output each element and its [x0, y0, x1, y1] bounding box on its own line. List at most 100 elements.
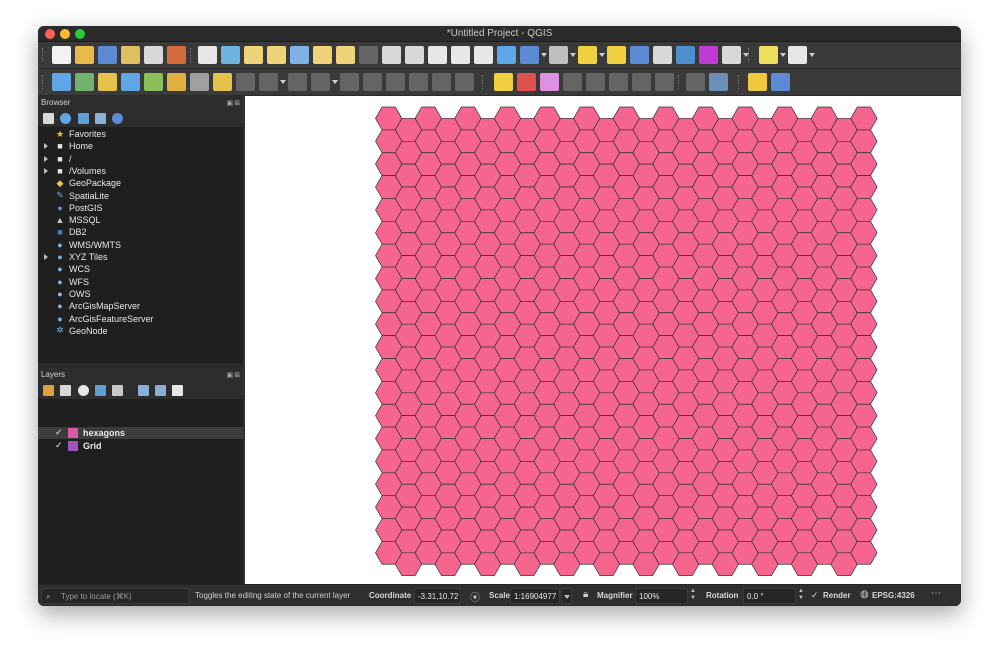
label-tool-icon[interactable] — [494, 73, 513, 91]
chevron-down-icon[interactable] — [780, 53, 786, 57]
open-attribute-table-icon[interactable] — [630, 46, 649, 64]
style-brush-icon[interactable] — [43, 385, 54, 396]
browser-item-mssql[interactable]: ▲ MSSQL — [38, 214, 243, 226]
browser-item-[interactable]: ■ / — [38, 153, 243, 165]
layer-visibility-checkbox[interactable]: ✓ — [55, 440, 64, 450]
vertex-tool-icon[interactable] — [288, 73, 307, 91]
cut-features-icon[interactable] — [363, 73, 382, 91]
expand-arrow-icon[interactable] — [44, 155, 48, 162]
browser-item-wms-wmts[interactable]: ● WMS/WMTS — [38, 239, 243, 251]
info-icon[interactable] — [112, 113, 123, 124]
globe-icon[interactable] — [709, 73, 728, 91]
panel-float-close-icon[interactable]: ▣⊠ — [227, 99, 241, 107]
open-project-icon[interactable] — [75, 46, 94, 64]
crs-globe-icon[interactable]: ◍ — [860, 589, 869, 600]
rotation-spinner[interactable]: ▲ ▼ — [797, 588, 805, 604]
crs-label[interactable]: EPSG:4326 — [872, 591, 915, 600]
layer-symbol-swatch[interactable] — [68, 440, 78, 451]
zoom-to-layer-icon[interactable] — [336, 46, 355, 64]
add-raster-icon[interactable] — [144, 73, 163, 91]
data-source-manager-icon[interactable] — [52, 73, 71, 91]
toolbar-separator[interactable] — [738, 75, 740, 89]
redo-icon[interactable] — [455, 73, 474, 91]
messages-icon[interactable]: ⋯ — [931, 588, 941, 599]
layer-item-grid[interactable]: ✓ Grid — [38, 440, 243, 452]
rotation-field[interactable]: 0.0 ° — [743, 588, 796, 604]
browser-item-postgis[interactable]: ● PostGIS — [38, 202, 243, 214]
scale-dropdown-button[interactable] — [561, 588, 572, 604]
zoom-native-icon[interactable] — [359, 46, 378, 64]
toolbar-separator[interactable] — [42, 75, 44, 89]
toggle-editing-icon[interactable] — [167, 73, 186, 91]
add-vector-icon[interactable] — [121, 73, 140, 91]
label-diagram-icon[interactable] — [655, 73, 674, 91]
statistical-summary-icon[interactable] — [653, 46, 672, 64]
help-icon[interactable] — [771, 73, 790, 91]
pan-map-icon[interactable] — [198, 46, 217, 64]
expand-all-icon[interactable] — [138, 385, 149, 396]
layer-visibility-checkbox[interactable]: ✓ — [55, 428, 64, 437]
label-highlight-icon[interactable] — [517, 73, 536, 91]
chevron-down-icon[interactable] — [599, 53, 605, 57]
browser-item-spatialite[interactable]: ✎ SpatiaLite — [38, 190, 243, 202]
chevron-down-icon[interactable] — [570, 53, 576, 57]
add-selected-layers-icon[interactable] — [43, 113, 54, 124]
browser-item-arcgismapserver[interactable]: ● ArcGisMapServer — [38, 300, 243, 312]
label-rotate-icon[interactable] — [609, 73, 628, 91]
browser-item-ows[interactable]: ● OWS — [38, 288, 243, 300]
toolbar-separator[interactable] — [42, 48, 44, 62]
browser-item-volumes[interactable]: ■ /Volumes — [38, 165, 243, 177]
measure-icon[interactable] — [722, 46, 741, 64]
locator-search-input[interactable]: ⌕ Type to locate (⌘K) — [41, 588, 189, 604]
chevron-down-icon[interactable] — [809, 53, 815, 57]
toolbar-separator[interactable] — [482, 75, 484, 89]
show-layout-manager-icon[interactable] — [144, 46, 163, 64]
refresh-icon[interactable] — [497, 46, 516, 64]
zoom-full-icon[interactable] — [290, 46, 309, 64]
temporal-controller-icon[interactable] — [474, 46, 493, 64]
label-move-icon[interactable] — [586, 73, 605, 91]
toolbox-icon[interactable] — [676, 46, 695, 64]
new-3d-map-icon[interactable] — [451, 46, 470, 64]
chevron-down-icon[interactable] — [541, 53, 547, 57]
new-print-layout-icon[interactable] — [121, 46, 140, 64]
label-callout-icon[interactable] — [686, 73, 705, 91]
filter-legend-icon[interactable] — [95, 385, 106, 396]
map-canvas[interactable] — [245, 96, 961, 584]
deselect-icon[interactable] — [607, 46, 626, 64]
new-geopackage-icon[interactable] — [75, 73, 94, 91]
browser-item-geopackage[interactable]: ◆ GeoPackage — [38, 177, 243, 189]
current-edits-icon[interactable] — [190, 73, 209, 91]
label-change-icon[interactable] — [632, 73, 651, 91]
remove-layer-icon[interactable] — [172, 385, 183, 396]
zoom-next-icon[interactable] — [405, 46, 424, 64]
refresh-icon[interactable] — [60, 113, 71, 124]
coordinate-field[interactable]: -3.31,10.72 — [414, 588, 461, 604]
expression-filter-icon[interactable] — [112, 385, 123, 396]
zoom-to-selection-icon[interactable] — [313, 46, 332, 64]
collapse-all-icon[interactable] — [95, 113, 106, 124]
select-features-icon[interactable] — [578, 46, 597, 64]
magnifier-spinner[interactable]: ▲ ▼ — [689, 588, 697, 604]
paste-features-icon[interactable] — [409, 73, 428, 91]
browser-item-favorites[interactable]: ★ Favorites — [38, 128, 243, 140]
digitize-current-layer-icon[interactable] — [98, 73, 117, 91]
zoom-in-icon[interactable] — [244, 46, 263, 64]
expand-arrow-icon[interactable] — [44, 254, 48, 260]
browser-item-wcs[interactable]: ● WCS — [38, 263, 243, 275]
scale-field[interactable]: 1:16904977 — [510, 588, 560, 604]
lock-icon[interactable]: 🔒︎ — [583, 589, 588, 600]
undo-icon[interactable] — [432, 73, 451, 91]
new-map-view-icon[interactable] — [428, 46, 447, 64]
chevron-down-icon[interactable] — [280, 80, 286, 84]
panel-float-close-icon[interactable]: ▣⊠ — [227, 371, 241, 379]
pan-to-selection-icon[interactable] — [221, 46, 240, 64]
text-annotation-icon[interactable] — [788, 46, 807, 64]
filter-icon[interactable] — [78, 113, 89, 124]
magnifier-field[interactable]: 100% — [635, 588, 688, 604]
browser-item-geonode[interactable]: ✲ GeoNode — [38, 325, 243, 337]
map-tips-icon[interactable] — [759, 46, 778, 64]
digitize-icon[interactable] — [213, 73, 232, 91]
python-console-icon[interactable] — [748, 73, 767, 91]
render-checkbox[interactable]: ✓ — [811, 590, 819, 601]
